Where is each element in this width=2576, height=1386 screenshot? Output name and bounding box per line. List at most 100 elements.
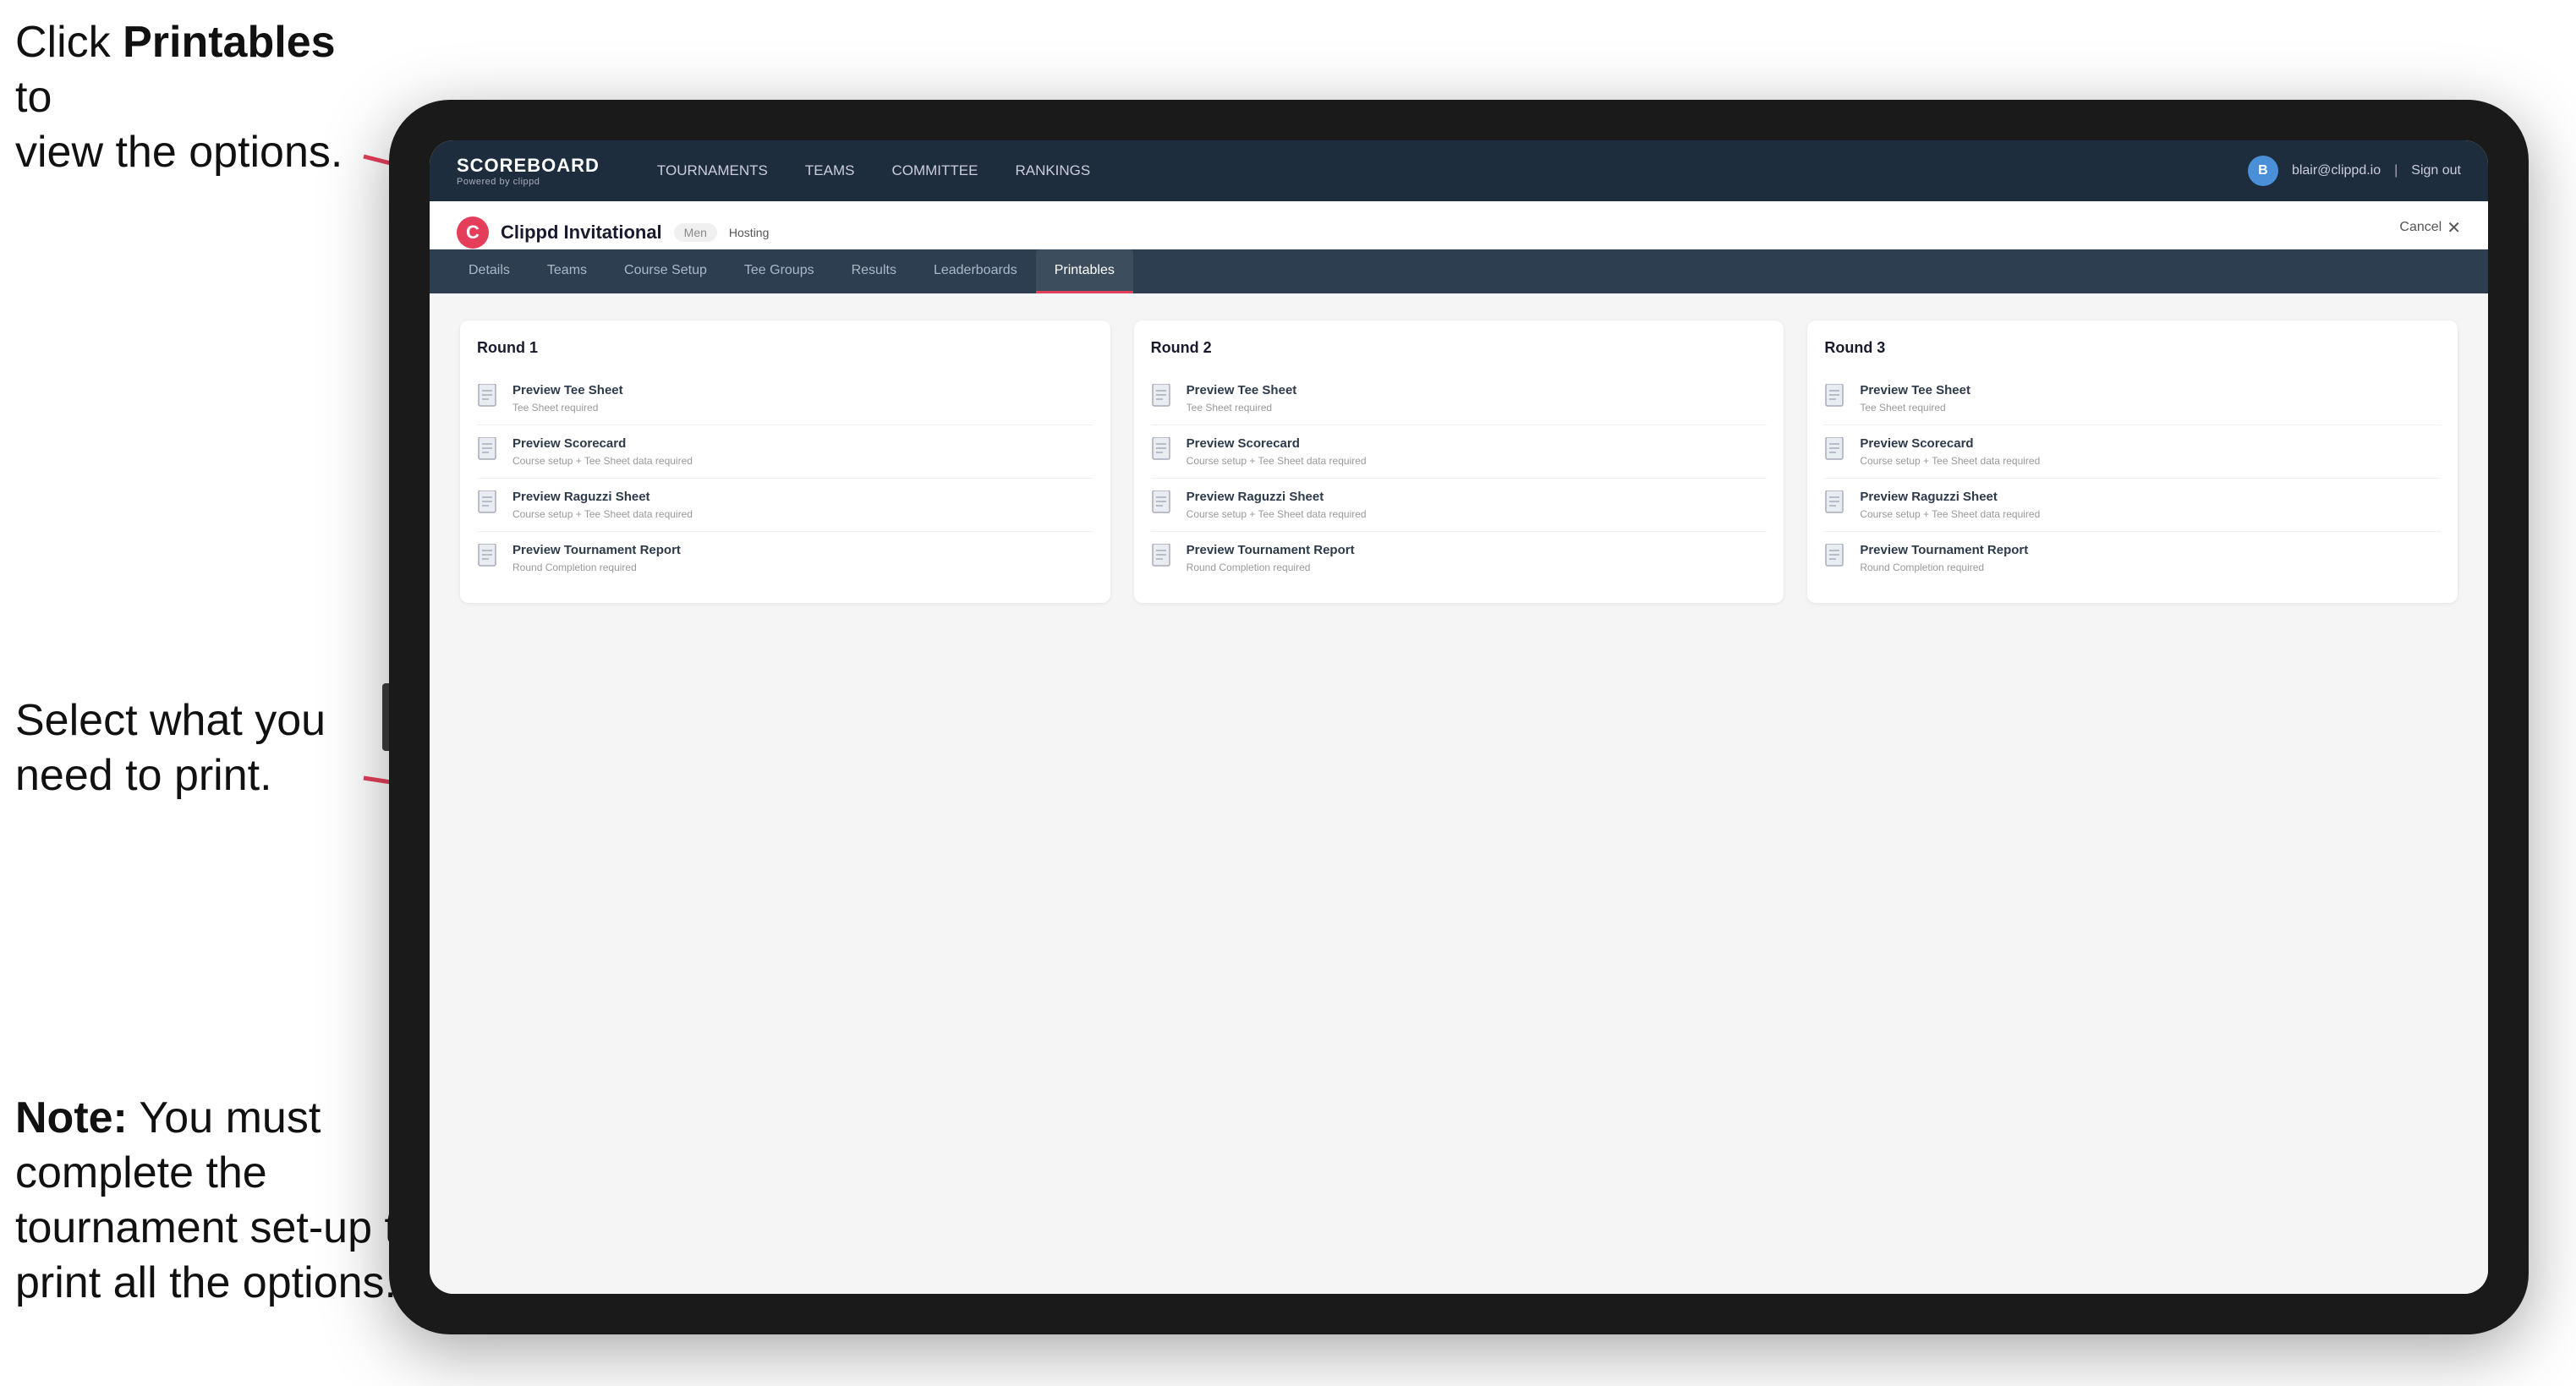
tournament-report-icon [477, 544, 501, 571]
r3-tee-sheet-icon [1824, 384, 1848, 411]
tab-tee-groups[interactable]: Tee Groups [726, 249, 833, 293]
round2-tournament-report-name: Preview Tournament Report [1187, 542, 1768, 559]
tournament-header: C Clippd Invitational Men Hosting Cancel… [430, 201, 2488, 249]
round2-tournament-report[interactable]: Preview Tournament Report Round Completi… [1151, 532, 1768, 584]
round1-tee-sheet[interactable]: Preview Tee Sheet Tee Sheet required [477, 372, 1093, 425]
tournament-logo-icon: C [457, 216, 489, 249]
r3-tournament-report-icon [1824, 544, 1848, 571]
round1-tee-sheet-info: Preview Tee Sheet Tee Sheet required [512, 382, 1093, 414]
round1-scorecard[interactable]: Preview Scorecard Course setup + Tee She… [477, 425, 1093, 479]
scorecard-icon [477, 437, 501, 464]
round3-raguzzi[interactable]: Preview Raguzzi Sheet Course setup + Tee… [1824, 479, 2441, 532]
round3-tournament-report-name: Preview Tournament Report [1860, 542, 2441, 559]
round2-scorecard-req: Course setup + Tee Sheet data required [1187, 455, 1768, 468]
round-2-title: Round 2 [1151, 339, 1768, 357]
tablet-screen: SCOREBOARD Powered by clippd TOURNAMENTS… [430, 140, 2488, 1294]
tournament-name: Clippd Invitational [501, 222, 662, 244]
round-1-section: Round 1 [460, 320, 1110, 603]
app-content: SCOREBOARD Powered by clippd TOURNAMENTS… [430, 140, 2488, 1294]
annotation-bottom: Note: You must complete the tournament s… [15, 1091, 438, 1311]
tablet-shell: SCOREBOARD Powered by clippd TOURNAMENTS… [389, 100, 2529, 1334]
top-nav: SCOREBOARD Powered by clippd TOURNAMENTS… [430, 140, 2488, 201]
round-2-section: Round 2 [1134, 320, 1784, 603]
round3-tee-sheet-name: Preview Tee Sheet [1860, 382, 2441, 399]
tournament-info: C Clippd Invitational Men Hosting [457, 216, 769, 249]
nav-right: B blair@clippd.io | Sign out [2248, 156, 2461, 186]
main-content: Round 1 [430, 293, 2488, 1294]
round-3-title: Round 3 [1824, 339, 2441, 357]
hosting-badge: Hosting [729, 226, 769, 239]
user-avatar: B [2248, 156, 2278, 186]
round3-raguzzi-info: Preview Raguzzi Sheet Course setup + Tee… [1860, 489, 2441, 521]
round-1-title: Round 1 [477, 339, 1093, 357]
nav-items: TOURNAMENTS TEAMS COMMITTEE RANKINGS [640, 156, 2248, 186]
sub-nav: Details Teams Course Setup Tee Groups Re… [430, 249, 2488, 293]
tab-teams[interactable]: Teams [529, 249, 606, 293]
cancel-x-icon: ✕ [2447, 217, 2461, 238]
raguzzi-icon [477, 490, 501, 518]
round3-tee-sheet-req: Tee Sheet required [1860, 402, 2441, 415]
logo-title: SCOREBOARD [457, 155, 600, 177]
round1-tournament-report-info: Preview Tournament Report Round Completi… [512, 542, 1093, 574]
round2-scorecard-info: Preview Scorecard Course setup + Tee She… [1187, 436, 1768, 468]
round2-tee-sheet-req: Tee Sheet required [1187, 402, 1768, 415]
tab-course-setup[interactable]: Course Setup [606, 249, 726, 293]
r2-tee-sheet-icon [1151, 384, 1175, 411]
tab-printables[interactable]: Printables [1036, 249, 1133, 293]
r2-tournament-report-icon [1151, 544, 1175, 571]
scoreboard-logo: SCOREBOARD Powered by clippd [457, 155, 600, 187]
cancel-button[interactable]: Cancel ✕ [2399, 217, 2461, 249]
round3-scorecard-req: Course setup + Tee Sheet data required [1860, 455, 2441, 468]
round1-raguzzi[interactable]: Preview Raguzzi Sheet Course setup + Tee… [477, 479, 1093, 532]
round3-raguzzi-req: Course setup + Tee Sheet data required [1860, 508, 2441, 522]
round3-tee-sheet[interactable]: Preview Tee Sheet Tee Sheet required [1824, 372, 2441, 425]
sign-out-link[interactable]: Sign out [2411, 163, 2461, 178]
round1-tournament-report-name: Preview Tournament Report [512, 542, 1093, 559]
round3-scorecard[interactable]: Preview Scorecard Course setup + Tee She… [1824, 425, 2441, 479]
annotation-bold-printables: Printables [123, 18, 335, 67]
round1-tee-sheet-req: Tee Sheet required [512, 402, 1093, 415]
round3-scorecard-name: Preview Scorecard [1860, 436, 2441, 452]
round3-tournament-report[interactable]: Preview Tournament Report Round Completi… [1824, 532, 2441, 584]
nav-teams[interactable]: TEAMS [788, 156, 872, 186]
round1-raguzzi-req: Course setup + Tee Sheet data required [512, 508, 1093, 522]
round2-tournament-report-req: Round Completion required [1187, 562, 1768, 575]
round2-raguzzi-req: Course setup + Tee Sheet data required [1187, 508, 1768, 522]
r2-raguzzi-icon [1151, 490, 1175, 518]
round1-tee-sheet-name: Preview Tee Sheet [512, 382, 1093, 399]
round2-raguzzi-info: Preview Raguzzi Sheet Course setup + Tee… [1187, 489, 1768, 521]
nav-tournaments[interactable]: TOURNAMENTS [640, 156, 785, 186]
round3-scorecard-info: Preview Scorecard Course setup + Tee She… [1860, 436, 2441, 468]
nav-rankings[interactable]: RANKINGS [998, 156, 1107, 186]
nav-committee[interactable]: COMMITTEE [874, 156, 995, 186]
tab-details[interactable]: Details [450, 249, 529, 293]
tablet-side-button [382, 683, 389, 751]
round1-scorecard-req: Course setup + Tee Sheet data required [512, 455, 1093, 468]
tab-results[interactable]: Results [833, 249, 915, 293]
round3-raguzzi-name: Preview Raguzzi Sheet [1860, 489, 2441, 506]
round1-scorecard-name: Preview Scorecard [512, 436, 1093, 452]
annotation-top: Click Printables toview the options. [15, 15, 370, 180]
r2-scorecard-icon [1151, 437, 1175, 464]
round-3-section: Round 3 [1807, 320, 2458, 603]
rounds-grid: Round 1 [460, 320, 2458, 603]
r3-raguzzi-icon [1824, 490, 1848, 518]
round2-tee-sheet-info: Preview Tee Sheet Tee Sheet required [1187, 382, 1768, 414]
round2-raguzzi[interactable]: Preview Raguzzi Sheet Course setup + Tee… [1151, 479, 1768, 532]
annotation-note-bold: Note: [15, 1093, 128, 1142]
tee-sheet-icon [477, 384, 501, 411]
round2-raguzzi-name: Preview Raguzzi Sheet [1187, 489, 1768, 506]
round1-raguzzi-name: Preview Raguzzi Sheet [512, 489, 1093, 506]
annotation-mid: Select what you need to print. [15, 693, 370, 803]
user-email: blair@clippd.io [2292, 163, 2381, 178]
tab-leaderboards[interactable]: Leaderboards [915, 249, 1036, 293]
round2-tee-sheet[interactable]: Preview Tee Sheet Tee Sheet required [1151, 372, 1768, 425]
round1-raguzzi-info: Preview Raguzzi Sheet Course setup + Tee… [512, 489, 1093, 521]
round2-tee-sheet-name: Preview Tee Sheet [1187, 382, 1768, 399]
round1-tournament-report[interactable]: Preview Tournament Report Round Completi… [477, 532, 1093, 584]
tournament-badge-men: Men [674, 223, 717, 242]
round1-tournament-report-req: Round Completion required [512, 562, 1093, 575]
round2-scorecard-name: Preview Scorecard [1187, 436, 1768, 452]
r3-scorecard-icon [1824, 437, 1848, 464]
round2-scorecard[interactable]: Preview Scorecard Course setup + Tee She… [1151, 425, 1768, 479]
